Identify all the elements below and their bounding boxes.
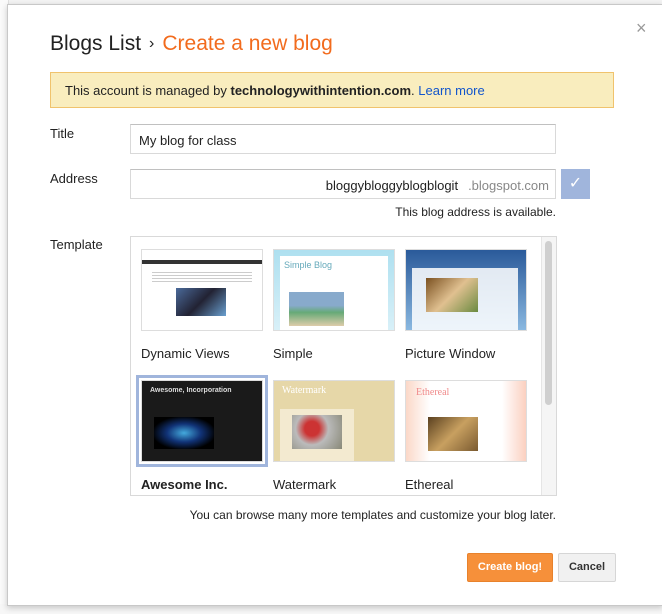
managed-account-notice: This account is managed by technologywit… [50,72,614,108]
address-status: This blog address is available. [395,205,556,219]
template-name: Watermark [273,477,337,492]
template-picture-window[interactable]: Picture Window [405,249,527,361]
breadcrumb-separator-icon: › [149,35,155,52]
template-name: Ethereal [405,477,454,492]
close-icon[interactable]: × [636,19,647,37]
template-scrollbar[interactable] [541,237,556,495]
address-value: bloggybloggyblogblogit [325,178,459,193]
scrollbar-thumb[interactable] [545,241,552,405]
template-name: Simple [273,346,313,361]
create-blog-dialog: × Blogs List › Create a new blog This acco… [7,4,662,606]
template-name: Dynamic Views [141,346,230,361]
title-label: Title [50,126,75,141]
template-dynamic-views[interactable]: Dynamic Views [141,249,263,361]
address-suffix: .blogspot.com [468,178,549,193]
template-thumbnail [141,249,263,331]
page-title: Create a new blog [162,32,333,55]
template-ethereal[interactable]: Ethereal Ethereal [405,380,527,492]
template-thumbnail: Simple Blog [273,249,395,331]
notice-prefix: This account is managed by [65,83,231,98]
address-label: Address [50,171,98,186]
learn-more-link[interactable]: Learn more [418,83,484,98]
title-input[interactable]: My blog for class [130,124,556,154]
template-name: Awesome Inc. [141,477,228,492]
template-thumbnail: Awesome, Incorporation [136,375,268,467]
template-watermark[interactable]: Watermark Watermark [273,380,395,492]
checkmark-icon: ✓ [561,169,590,199]
template-thumbnail: Watermark [273,380,395,462]
template-list: Dynamic Views Simple Blog Simple Picture… [130,236,557,496]
cancel-button[interactable]: Cancel [558,553,616,582]
template-thumbnail [405,249,527,331]
notice-domain: technologywithintention.com [230,83,412,98]
template-awesome-inc[interactable]: Awesome, Incorporation Awesome Inc. [136,375,268,492]
template-thumbnail: Ethereal [405,380,527,462]
breadcrumb: Blogs List › Create a new blog [50,32,333,56]
template-label: Template [50,237,103,252]
create-blog-button[interactable]: Create blog! [467,553,553,582]
template-simple[interactable]: Simple Blog Simple [273,249,395,361]
address-input[interactable]: bloggybloggyblogblogit .blogspot.com [130,169,556,199]
breadcrumb-blogs-list[interactable]: Blogs List [50,32,141,55]
template-hint: You can browse many more templates and c… [189,508,556,522]
template-name: Picture Window [405,346,496,361]
